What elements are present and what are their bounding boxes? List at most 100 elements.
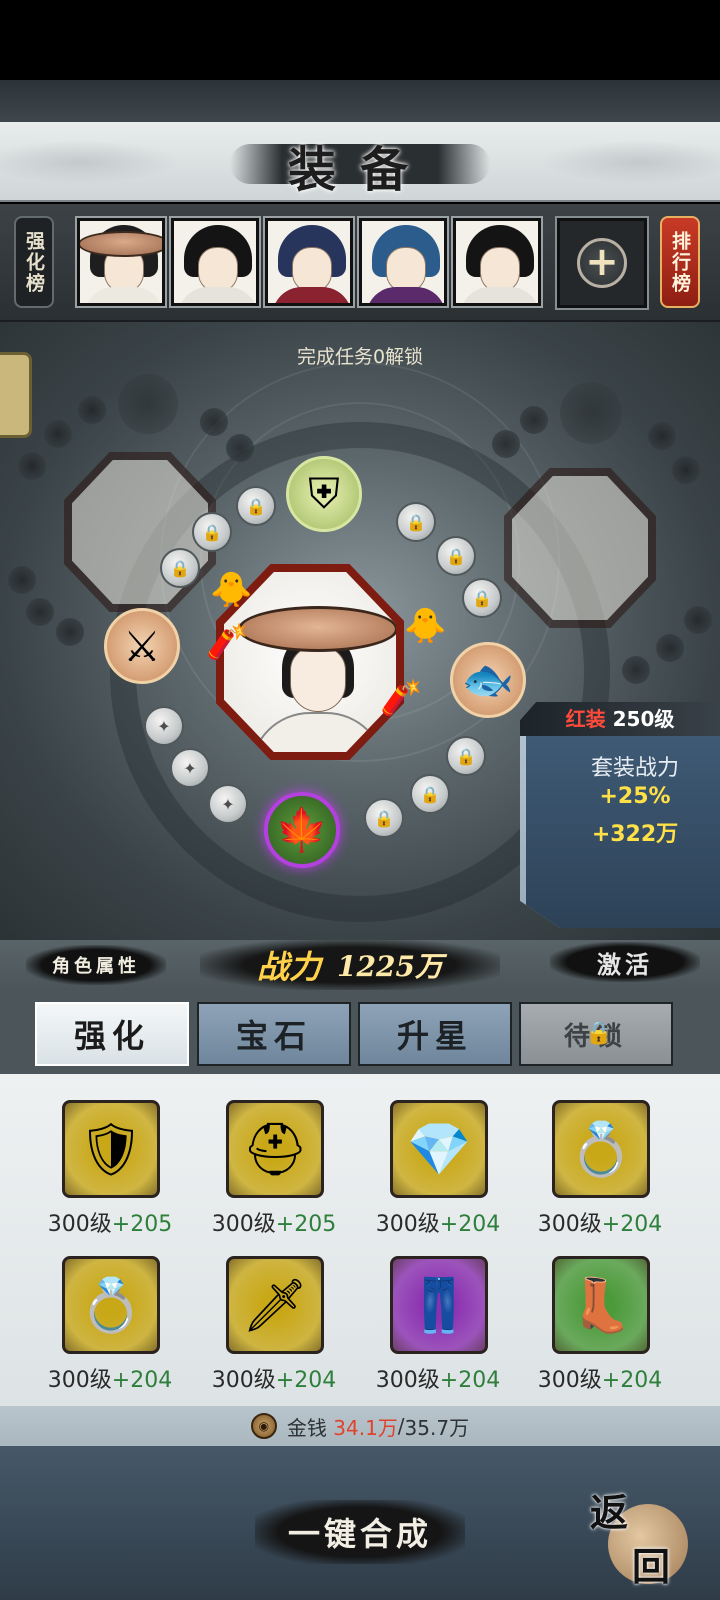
equipment-level: 300级: [375, 1212, 440, 1237]
equipment-bonus: +205: [111, 1212, 173, 1237]
equip-slot-helmet[interactable]: ⛨: [286, 456, 362, 532]
locked-slot-icon[interactable]: 🔒: [410, 774, 450, 814]
equipment-level: 300级: [47, 1368, 112, 1393]
locked-slot-icon[interactable]: 🔒: [192, 512, 232, 552]
equipment-level: 300级: [537, 1212, 602, 1237]
money-max: 35.7万: [404, 1415, 470, 1440]
locked-orb: [684, 606, 712, 634]
equipment-level: 300级: [375, 1368, 440, 1393]
leg-armor-icon: 👖: [406, 1275, 472, 1336]
leaderboard-button[interactable]: 排行榜: [660, 216, 700, 308]
equipment-item[interactable]: 🗡 300级+204: [208, 1254, 338, 1406]
set-bonus-level: 250: [612, 707, 655, 731]
locked-slot-icon[interactable]: 🔒: [436, 536, 476, 576]
back-button[interactable]: 返 回: [590, 1482, 690, 1590]
tab-1[interactable]: 强化: [35, 1002, 189, 1066]
locked-slot-icon[interactable]: ✦: [144, 706, 184, 746]
character-attributes-button[interactable]: 角色属性: [26, 945, 166, 985]
locked-slot-icon[interactable]: 🔒: [236, 486, 276, 526]
equip-slot-mount[interactable]: 🐟: [450, 642, 526, 718]
function-tabs: 强化 宝石 升星 待锁 🔒: [0, 990, 720, 1074]
locked-slot-icon[interactable]: 🔒: [160, 548, 200, 588]
equip-slot-weapon[interactable]: ⚔: [104, 608, 180, 684]
activate-button[interactable]: 激活: [550, 942, 700, 982]
locked-orb: [26, 598, 54, 626]
money-label: 金钱: [286, 1415, 327, 1440]
one-click-combine-button[interactable]: 一键合成: [255, 1500, 465, 1564]
equipment-slot[interactable]: 🛡: [62, 1100, 160, 1198]
equipment-caption: 300级+205: [194, 1206, 354, 1238]
tab-2[interactable]: 宝石: [197, 1002, 351, 1066]
hero-portrait-1[interactable]: [75, 216, 167, 308]
equipment-item[interactable]: 💍 300级+204: [534, 1098, 664, 1250]
plus-icon: +: [577, 238, 627, 288]
title-bar: 装备: [0, 122, 720, 202]
equipment-caption: 300级+204: [194, 1362, 354, 1394]
locked-slot-icon[interactable]: 🔒: [446, 736, 486, 776]
equip-slot-wings[interactable]: 🍁: [264, 792, 340, 868]
tab-3[interactable]: 升星: [358, 1002, 512, 1066]
locked-orb: [118, 374, 178, 434]
back-label-bottom: 回: [632, 1544, 671, 1589]
equipment-bonus: +204: [601, 1212, 663, 1237]
page-title: 装备: [287, 142, 432, 198]
locked-orb: [44, 420, 72, 448]
locked-slot-icon[interactable]: ✦: [170, 748, 210, 788]
chick-icon: 🐥: [404, 606, 447, 646]
locked-orb: [520, 406, 548, 434]
locked-orb: [672, 456, 700, 484]
equipment-item[interactable]: 👖 300级+204: [372, 1254, 502, 1406]
equipment-slot[interactable]: 👖: [390, 1256, 488, 1354]
equipment-slot[interactable]: ⛑: [226, 1100, 324, 1198]
tab-4[interactable]: 待锁 🔒: [519, 1002, 673, 1066]
locked-orb: [18, 452, 46, 480]
locked-slot-icon[interactable]: 🔒: [364, 798, 404, 838]
tab-label: 宝石: [235, 1017, 312, 1055]
locked-slot-icon[interactable]: ✦: [208, 784, 248, 824]
locked-slot-icon[interactable]: 🔒: [462, 578, 502, 618]
equipment-slot[interactable]: 🗡: [226, 1256, 324, 1354]
locked-orb: [56, 618, 84, 646]
add-hero-button[interactable]: +: [555, 216, 649, 310]
equipment-item[interactable]: ⛑ 300级+205: [208, 1098, 338, 1250]
hero-portrait-3[interactable]: [263, 216, 355, 308]
fish-icon: 🐟: [461, 655, 515, 704]
equipment-bonus: +204: [601, 1368, 663, 1393]
locked-orb: [492, 430, 520, 458]
locked-orb: [226, 434, 254, 462]
set-bonus-label: 套装战力: [590, 756, 679, 781]
set-bonus-panel: 红装 250级 套装战力 +25% +322万: [520, 702, 720, 928]
chick-icon: 🐥: [210, 570, 253, 610]
ring-icon: 💍: [78, 1275, 144, 1336]
firecracker-icon: 🧨: [380, 678, 423, 718]
wings-icon: 🍁: [275, 805, 329, 854]
ring-icon: 💍: [568, 1119, 634, 1180]
equipment-slot[interactable]: 💍: [62, 1256, 160, 1354]
equipment-item[interactable]: 💍 300级+204: [44, 1254, 174, 1406]
equipment-bonus: +204: [275, 1368, 337, 1393]
combat-power-label: 战力: [257, 948, 322, 986]
equipment-slot[interactable]: 👢: [552, 1256, 650, 1354]
status-bar: [0, 0, 720, 80]
equipment-level: 300级: [211, 1368, 276, 1393]
equipment-slot[interactable]: 💎: [390, 1100, 488, 1198]
equipment-caption: 300级+204: [520, 1206, 680, 1238]
chain-lock-icon: 🔒: [585, 1020, 619, 1046]
hero-portrait-2[interactable]: [169, 216, 261, 308]
equipment-slot[interactable]: 💍: [552, 1100, 650, 1198]
equipment-arena: 完成任务0解锁 ⛨ ⚔ 🐟 🍁 🔒 🔒 🔒 🔒 🔒 🔒 ✦ ✦ ✦ 🔒 🔒 🔒 …: [0, 322, 720, 940]
equipment-item[interactable]: 🛡 300级+205: [44, 1098, 174, 1250]
money-current: 34.1万: [333, 1415, 398, 1440]
equipment-caption: 300级+205: [30, 1206, 190, 1238]
hero-portrait-4[interactable]: [357, 216, 449, 308]
equipment-item[interactable]: 👢 300级+204: [534, 1254, 664, 1406]
locked-slot-icon[interactable]: 🔒: [396, 502, 436, 542]
set-bonus-header: 红装 250级: [520, 702, 720, 736]
equipment-item[interactable]: 💎 300级+204: [372, 1098, 502, 1250]
side-menu-tab[interactable]: [0, 352, 32, 438]
hero-portrait-5[interactable]: [451, 216, 543, 308]
equipment-bonus: +204: [439, 1368, 501, 1393]
spear-icon: ⚔: [123, 621, 161, 671]
enhance-ranking-button[interactable]: 强化榜: [14, 216, 54, 308]
equipment-caption: 300级+204: [358, 1206, 518, 1238]
